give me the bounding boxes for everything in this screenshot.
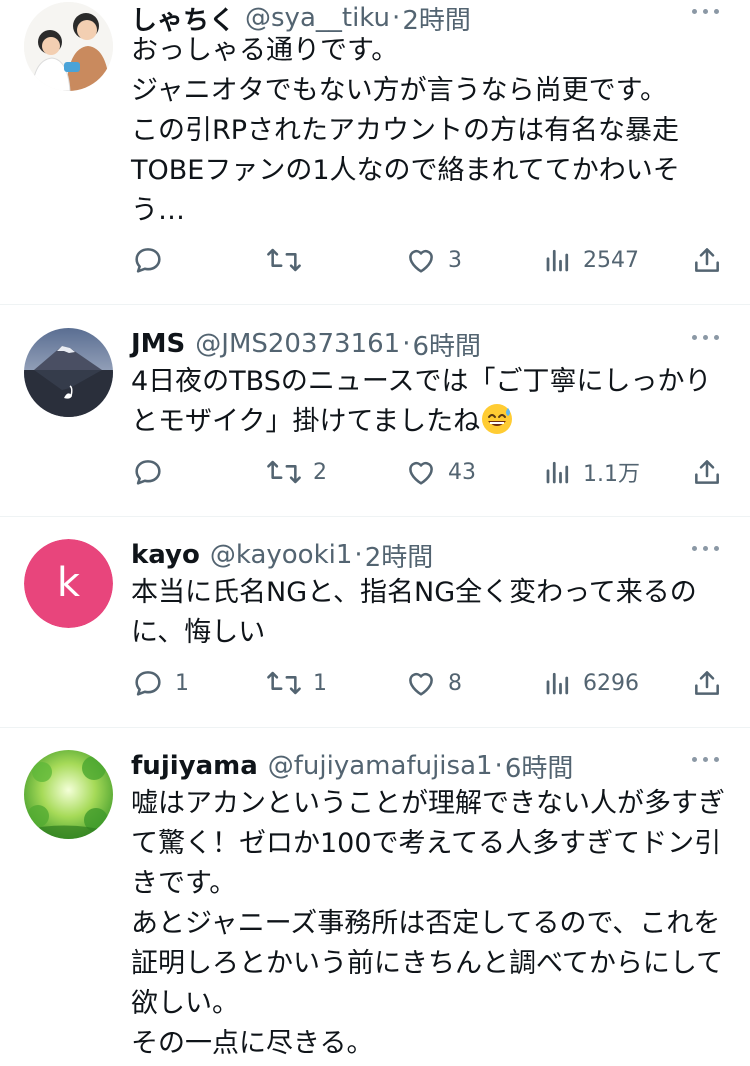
avatar-letter: k xyxy=(56,560,81,606)
user-handle[interactable]: @kayooki1 xyxy=(210,540,353,570)
views-button[interactable]: 2547 xyxy=(543,240,639,280)
retweet-icon xyxy=(265,243,303,277)
like-count: 43 xyxy=(448,459,476,485)
view-count: 1.1万 xyxy=(583,462,640,487)
share-icon xyxy=(691,244,723,276)
tweet-text: 4日夜のTBSのニュースでは「ご丁寧にしっかりとモザイク」掛けてましたね xyxy=(131,362,731,442)
sweat-smile-emoji-icon xyxy=(480,402,514,436)
divider xyxy=(0,516,750,517)
timestamp[interactable]: 6時間 xyxy=(413,326,482,363)
separator-dot: · xyxy=(354,540,363,570)
share-button[interactable] xyxy=(691,240,723,280)
avatar[interactable] xyxy=(24,328,113,417)
reply-button[interactable]: 1 xyxy=(131,663,189,703)
share-button[interactable] xyxy=(691,452,723,492)
more-icon[interactable] xyxy=(692,332,722,342)
tweet-text-content: 4日夜のTBSのニュースでは「ご丁寧にしっかりとモザイク」掛けてましたね xyxy=(131,366,712,437)
like-button[interactable]: 3 xyxy=(404,240,462,280)
views-icon xyxy=(543,457,573,487)
like-button[interactable]: 8 xyxy=(404,663,462,703)
tweet-text: 嘘はアカンということが理解できない人が多すぎて驚く！ゼロか100で考えてる人多す… xyxy=(131,788,725,1059)
more-icon[interactable] xyxy=(692,6,722,16)
retweet-count: 2 xyxy=(313,459,327,485)
display-name[interactable]: fujiyama xyxy=(131,751,258,781)
like-icon xyxy=(404,243,438,277)
avatar[interactable] xyxy=(24,750,113,839)
tweet-text: 本当に氏名NGと、指名NG全く変わって来るのに、悔しい xyxy=(131,577,697,648)
tweet-text: おっしゃる通りです。 ジャニオタでもない方が言うなら尚更です。 この引RPされた… xyxy=(131,35,680,226)
user-handle[interactable]: @fujiyamafujisa1 xyxy=(268,751,493,781)
view-count: 2547 xyxy=(583,247,639,273)
avatar[interactable]: k xyxy=(24,539,113,628)
views-icon xyxy=(543,668,573,698)
reply-icon xyxy=(131,455,165,489)
tweet[interactable]: JMS @JMS20373161 · 6時間 4日夜のTBSのニュースでは「ご丁… xyxy=(0,326,750,516)
divider xyxy=(0,304,750,305)
reply-button[interactable] xyxy=(131,452,165,492)
retweet-icon xyxy=(265,666,303,700)
share-icon xyxy=(691,456,723,488)
action-bar: 1 1 8 6296 xyxy=(131,663,731,703)
views-button[interactable]: 1.1万 xyxy=(543,452,640,492)
reply-icon xyxy=(131,666,165,700)
display-name[interactable]: JMS xyxy=(131,329,185,359)
tweet[interactable]: k kayo @kayooki1 · 2時間 本当に氏名NGと、指名NG全く変わ… xyxy=(0,537,750,727)
reply-button[interactable] xyxy=(131,240,165,280)
like-button[interactable]: 43 xyxy=(404,452,476,492)
display-name[interactable]: kayo xyxy=(131,540,200,570)
reply-icon xyxy=(131,243,165,277)
views-icon xyxy=(543,245,573,275)
action-bar: 2 43 1.1万 xyxy=(131,452,731,492)
separator-dot: · xyxy=(392,3,401,33)
avatar[interactable] xyxy=(24,2,113,91)
view-count: 6296 xyxy=(583,670,639,696)
retweet-count: 1 xyxy=(313,670,327,696)
action-bar: 3 2547 xyxy=(131,240,731,280)
like-count: 8 xyxy=(448,670,462,696)
retweet-icon xyxy=(265,455,303,489)
user-handle[interactable]: @sya__tiku xyxy=(245,3,390,33)
timestamp[interactable]: 2時間 xyxy=(365,537,434,574)
separator-dot: · xyxy=(494,751,503,781)
like-icon xyxy=(404,666,438,700)
more-icon[interactable] xyxy=(692,754,722,764)
like-count: 3 xyxy=(448,247,462,273)
retweet-button[interactable] xyxy=(265,240,303,280)
retweet-button[interactable]: 1 xyxy=(265,663,327,703)
timestamp[interactable]: 6時間 xyxy=(505,748,574,785)
like-icon xyxy=(404,455,438,489)
tweet[interactable]: しゃちく @sya__tiku · 2時間 おっしゃる通りです。 ジャニオタでも… xyxy=(0,0,750,304)
share-icon xyxy=(691,667,723,699)
separator-dot: · xyxy=(402,329,411,359)
views-button[interactable]: 6296 xyxy=(543,663,639,703)
share-button[interactable] xyxy=(691,663,723,703)
user-handle[interactable]: @JMS20373161 xyxy=(195,329,400,359)
tweet[interactable]: fujiyama @fujiyamafujisa1 · 6時間 嘘はアカンという… xyxy=(0,748,750,1066)
more-icon[interactable] xyxy=(692,543,722,553)
divider xyxy=(0,727,750,728)
retweet-button[interactable]: 2 xyxy=(265,452,327,492)
reply-count: 1 xyxy=(175,670,189,696)
